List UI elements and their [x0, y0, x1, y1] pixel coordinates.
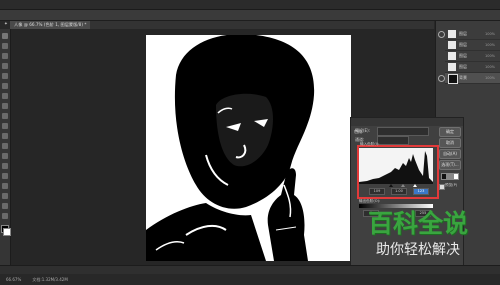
gradient-tool-icon[interactable]: [2, 143, 8, 149]
layer-row[interactable]: 图层 100%: [445, 62, 500, 73]
histogram-graph: [359, 148, 433, 184]
layer-opacity: 100%: [485, 65, 496, 69]
layer-thumbnail: [448, 30, 456, 38]
history-brush-tool-icon[interactable]: [2, 123, 8, 129]
layer-row[interactable]: 图层 100%: [445, 51, 500, 62]
black-point-slider[interactable]: [389, 184, 393, 187]
dialog-title-bar: 色阶: [351, 118, 463, 134]
layer-thumbnail: [448, 41, 456, 49]
options-bar: ✦ 预设 默认: [0, 10, 500, 27]
layer-row[interactable]: 图层 100%: [445, 29, 500, 40]
watermark: 百科全说 助你轻松解决: [362, 208, 500, 270]
lasso-tool-icon[interactable]: [2, 53, 8, 59]
eye-icon[interactable]: [438, 75, 445, 82]
eraser-tool-icon[interactable]: [2, 133, 8, 139]
preset-select[interactable]: 默认: [377, 127, 429, 144]
layer-name: 图层: [459, 64, 467, 69]
layer-name: 背景: [459, 75, 467, 80]
move-tool-icon[interactable]: [2, 33, 8, 39]
shape-tool-icon[interactable]: [2, 193, 8, 199]
eyedropper-tool-icon[interactable]: [2, 83, 8, 89]
channel-select[interactable]: RGB: [377, 136, 409, 153]
midtone-slider[interactable]: [401, 184, 405, 187]
healing-tool-icon[interactable]: [2, 93, 8, 99]
watermark-subtitle: 助你轻松解决: [376, 242, 460, 258]
layer-opacity: 100%: [485, 76, 496, 80]
layer-opacity: 100%: [485, 54, 496, 58]
pen-tool-icon[interactable]: [2, 163, 8, 169]
input-gamma-field[interactable]: 1.00: [391, 188, 407, 195]
document-image[interactable]: [146, 35, 351, 261]
layer-name: 图层: [459, 53, 467, 58]
layer-thumbnail: [448, 52, 456, 60]
layer-opacity: 100%: [485, 32, 496, 36]
stamp-tool-icon[interactable]: [2, 113, 8, 119]
options-button[interactable]: 选项(T)...: [439, 160, 461, 170]
white-eyedropper-icon[interactable]: [453, 173, 459, 180]
zoom-level: 66.67%: [6, 277, 22, 282]
input-white-field[interactable]: 123: [413, 188, 429, 195]
menu-bar: PS 文件 编辑 图像 图层 文字 选择 滤镜 3D 视图 窗口 帮助: [0, 0, 500, 17]
layer-row[interactable]: 图层 100%: [445, 40, 500, 51]
path-select-tool-icon[interactable]: [2, 183, 8, 189]
tools-panel: [0, 29, 11, 265]
auto-button[interactable]: 自动(A): [439, 149, 461, 159]
input-levels-label: 输入色阶(I):: [360, 142, 380, 146]
preset-label: 预设(E):: [355, 128, 370, 133]
background-color-swatch[interactable]: [3, 228, 11, 236]
type-tool-icon[interactable]: [2, 173, 8, 179]
quick-select-tool-icon[interactable]: [2, 63, 8, 69]
hand-tool-icon[interactable]: [2, 203, 8, 209]
eye-icon[interactable]: [438, 31, 445, 38]
input-black-field[interactable]: 109: [369, 188, 385, 195]
dodge-tool-icon[interactable]: [2, 153, 8, 159]
layer-name: 图层: [459, 42, 467, 47]
marquee-tool-icon[interactable]: [2, 43, 8, 49]
layer-thumbnail: [448, 74, 458, 84]
preview-label: 预览(P): [445, 183, 458, 187]
white-point-slider[interactable]: [413, 184, 417, 187]
watermark-title: 百科全说: [368, 209, 469, 238]
ok-button[interactable]: 确定: [439, 127, 461, 137]
layer-row-selected[interactable]: 背景 100%: [445, 73, 500, 84]
zoom-tool-icon[interactable]: [2, 213, 8, 219]
document-tab[interactable]: 人像 @ 66.7% (色阶 1, 图层蒙版/8) *: [10, 21, 91, 29]
crop-tool-icon[interactable]: [2, 73, 8, 79]
cancel-button[interactable]: 取消: [439, 138, 461, 148]
brush-tool-icon[interactable]: [2, 103, 8, 109]
layer-thumbnail: [448, 63, 456, 71]
layer-name: 图层: [459, 31, 467, 36]
layer-opacity: 100%: [485, 43, 496, 47]
document-tab-bar: 人像 @ 66.7% (色阶 1, 图层蒙版/8) *: [10, 21, 434, 29]
document-info: 文档:1.32M/3.42M: [32, 277, 68, 282]
